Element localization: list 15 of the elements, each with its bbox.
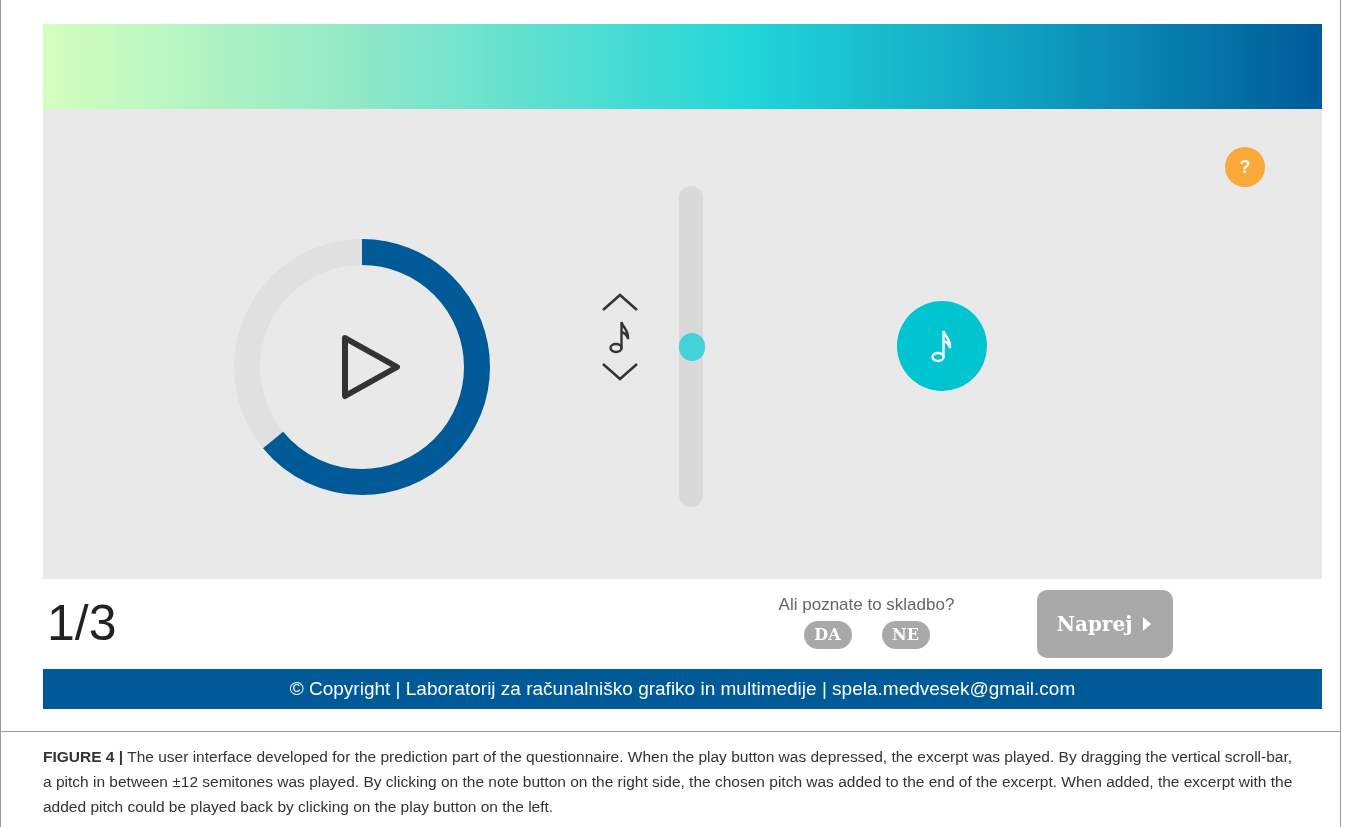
answer-button[interactable]: NE <box>881 621 930 649</box>
note-icon <box>608 319 632 355</box>
footer-text: © Copyright | Laboratorij za računalniško grafiko in multimedije | spela.medvesek@gmail.com <box>289 676 1076 701</box>
pitch-slider-thumb[interactable] <box>679 332 705 361</box>
chevron-down-icon <box>601 362 639 382</box>
question-counter: 1/3 <box>47 594 117 653</box>
pitch-down-button[interactable] <box>600 361 640 383</box>
help-button[interactable]: ? <box>1225 147 1265 187</box>
figure-caption: FIGURE 4 | The user interface developed for the prediction part of the questionnaire. When the play button was depressed, the excerpt was played. By dragging the vertical scroll-bar, a pitch in between ±12 semitones was played. By clicking on the note button on the right side, the chosen pitch was added to the end of the excerpt. When added, the excerpt with the added pitch could be played back by clicking on the play button on the left. <box>43 747 1294 817</box>
answer-button[interactable]: DA <box>803 621 852 649</box>
chevron-up-icon <box>601 292 639 312</box>
caret-icon <box>1142 616 1153 632</box>
note-icon <box>930 328 954 364</box>
pitch-up-button[interactable] <box>600 291 640 313</box>
question-text: Ali poznate to skladbo? <box>778 595 955 615</box>
